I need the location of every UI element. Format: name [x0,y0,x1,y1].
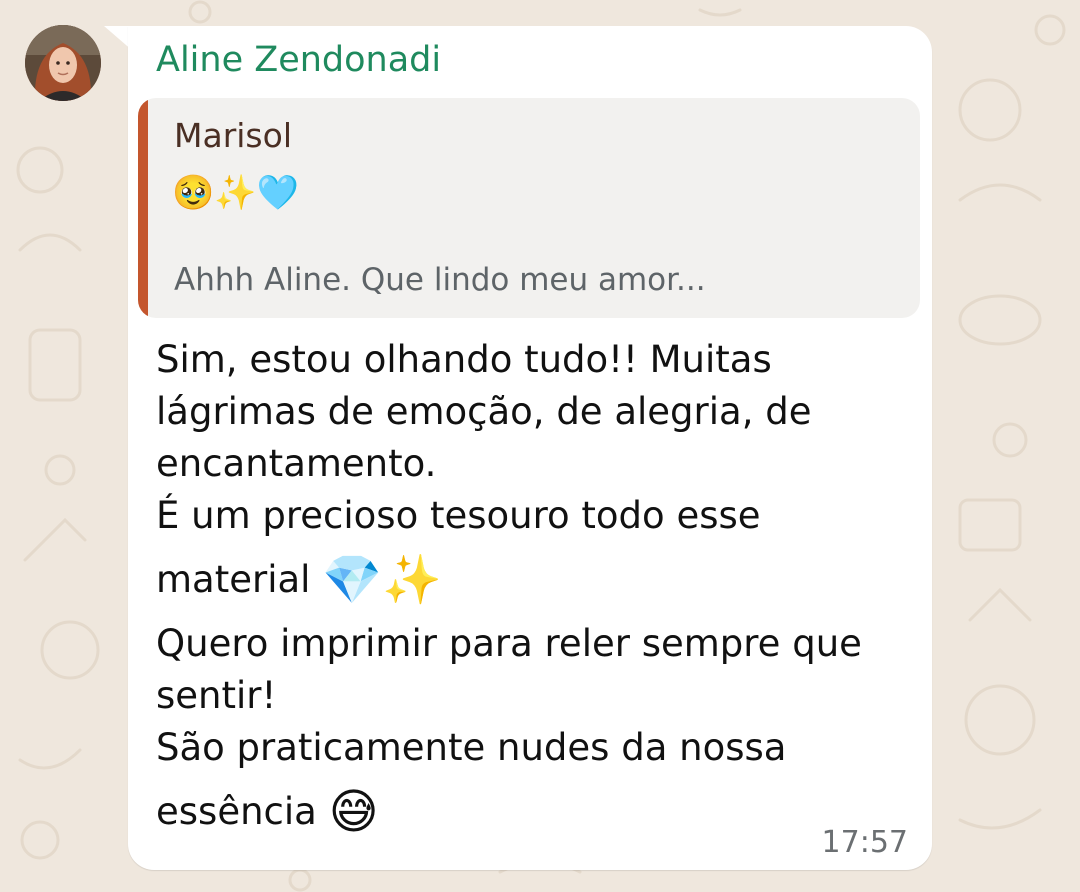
quoted-message[interactable]: Marisol 🥹✨🩵 Ahhh Aline. Que lindo meu am… [138,98,920,318]
gem-sparkles-emoji-icon: 💎✨ [322,552,442,608]
message-timestamp: 17:57 [821,825,908,860]
message-line: lágrimas de emoção, de alegria, de [156,390,812,433]
message-line: sentir! [156,674,277,717]
message-bubble[interactable]: Aline Zendonadi Marisol 🥹✨🩵 Ahhh Aline. … [128,26,932,870]
message-line: É um precioso tesouro todo esse [156,494,761,537]
message-line: São praticamente nudes da nossa [156,726,787,769]
message-text: material [156,558,311,601]
quoted-preview-text: Ahhh Aline. Que lindo meu amor... [174,262,706,298]
message-line-with-emoji: material 💎✨ [156,556,442,604]
message-line: Sim, estou olhando tudo!! Muitas [156,338,772,381]
user-avatar-photo-icon [25,25,101,101]
sender-name[interactable]: Aline Zendonadi [156,40,441,80]
quoted-emoji-line: 🥹✨🩵 [172,173,300,213]
message-line-with-emoji: essência 😅 [156,788,379,836]
quoted-author: Marisol [174,116,292,155]
grinning-sweat-emoji-icon: 😅 [328,784,379,840]
quote-accent-bar [138,98,148,318]
sender-avatar[interactable] [25,25,101,101]
message-text: essência [156,790,317,833]
message-line: encantamento. [156,442,437,485]
message-line: Quero imprimir para reler sempre que [156,622,862,665]
